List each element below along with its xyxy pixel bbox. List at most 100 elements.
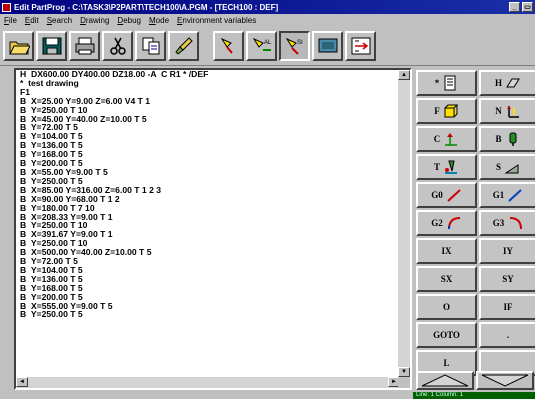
g0-button[interactable]: G0 <box>416 182 477 208</box>
horizontal-scrollbar[interactable]: ◄ ► <box>16 377 400 388</box>
c-button[interactable]: C <box>416 126 477 152</box>
s-button[interactable]: S <box>479 154 535 180</box>
title-bar: Edit PartProg - C:\TASK3\P2PART\TECH100\… <box>0 0 535 14</box>
cut-button[interactable] <box>102 31 133 61</box>
feed-line-icon <box>508 189 522 202</box>
g2-button-label: G2 <box>431 218 443 228</box>
saw-icon <box>504 164 519 174</box>
b-button-label: B <box>495 134 502 144</box>
open-folder-button[interactable] <box>3 31 34 61</box>
menu-bar: File Edit Search Drawing Debug Mode Envi… <box>0 14 535 26</box>
drill-icon <box>509 132 516 146</box>
save-button[interactable] <box>36 31 67 61</box>
header-icon <box>506 78 520 88</box>
menu-environment-variables[interactable]: Environment variables <box>173 16 260 25</box>
up-arrow-icon <box>421 374 469 387</box>
comment-button-label: * <box>434 78 440 88</box>
scissors-icon <box>109 37 126 55</box>
sy-button[interactable]: SY <box>479 266 535 292</box>
screen-button[interactable] <box>312 31 343 61</box>
document-icon <box>444 75 456 91</box>
f-button-label: F <box>434 106 440 116</box>
menu-debug[interactable]: Debug <box>113 16 145 25</box>
axes-icon <box>506 106 519 118</box>
menu-edit[interactable]: Edit <box>21 16 43 25</box>
header-button[interactable]: H <box>479 70 535 96</box>
goto-button[interactable]: GOTO <box>416 322 477 348</box>
toolbar: AL SI <box>0 26 535 66</box>
rule-insert-button[interactable] <box>345 31 376 61</box>
comment-button[interactable]: * <box>416 70 477 96</box>
ix-button[interactable]: IX <box>416 238 477 264</box>
command-panel: * H F N C B T S G0 G1 G2 G3 IX IY SX SY … <box>413 68 535 376</box>
c-button-label: C <box>433 134 441 144</box>
status-bar: Line: 1 Column: 1 <box>0 392 535 399</box>
f-button[interactable]: F <box>416 98 477 124</box>
scroll-corner: ▼ <box>398 367 410 388</box>
sx-button[interactable]: SX <box>416 266 477 292</box>
menu-mode[interactable]: Mode <box>145 16 173 25</box>
g1-button[interactable]: G1 <box>479 182 535 208</box>
rule-insert-icon <box>351 37 370 55</box>
save-icon <box>42 37 61 55</box>
program-lines[interactable]: H DX600.00 DY400.00 DZ18.00 -A C R1 * /D… <box>20 70 400 378</box>
iy-button[interactable]: IY <box>479 238 535 264</box>
axis-arrow-icon <box>445 133 458 146</box>
t-button-label: T <box>433 162 440 172</box>
brush-icon <box>174 37 193 55</box>
page-up-button[interactable] <box>416 371 474 390</box>
cube-icon <box>444 104 458 118</box>
highlight-all-button[interactable]: AL <box>246 31 277 61</box>
dot-button[interactable]: . <box>479 322 535 348</box>
copy-button[interactable] <box>135 31 166 61</box>
program-line[interactable]: B Y=250.00 T 5 <box>20 310 400 319</box>
minimize-button[interactable]: _ <box>509 2 520 12</box>
highlight-button[interactable] <box>213 31 244 61</box>
g0-button-label: G0 <box>431 190 443 200</box>
vertical-scrollbar[interactable]: ▲ <box>398 70 410 378</box>
g1-button-label: G1 <box>492 190 505 200</box>
app-icon <box>2 2 11 12</box>
monitor-icon <box>318 38 337 53</box>
n-button-label: N <box>495 106 502 116</box>
nav-row <box>413 371 535 391</box>
svg-text:SI: SI <box>297 40 303 46</box>
o-button[interactable]: O <box>416 294 477 320</box>
down-arrow-icon <box>481 374 529 387</box>
print-button[interactable] <box>69 31 100 61</box>
g3-button[interactable]: G3 <box>479 210 535 236</box>
menu-file[interactable]: File <box>0 16 21 25</box>
rapid-line-icon <box>447 189 461 202</box>
g2-button[interactable]: G2 <box>416 210 477 236</box>
program-line[interactable]: * test drawing <box>20 79 400 88</box>
scroll-left-button[interactable]: ◄ <box>16 377 28 387</box>
t-button[interactable]: T <box>416 154 477 180</box>
header-button-label: H <box>494 78 502 88</box>
scroll-down-button[interactable]: ▼ <box>398 367 410 377</box>
tool-icon <box>445 160 457 174</box>
s-button-label: S <box>495 162 501 172</box>
svg-text:AL: AL <box>264 40 272 46</box>
cursor-position: Line: 1 Column: 1 <box>413 392 535 399</box>
highlighter-select-icon: SI <box>285 37 303 55</box>
page-down-button[interactable] <box>476 371 534 390</box>
b-button[interactable]: B <box>479 126 535 152</box>
highlight-select-button[interactable]: SI <box>279 31 310 61</box>
highlighter-all-icon: AL <box>252 37 272 51</box>
arc-ccw-icon <box>510 217 523 230</box>
window-title: Edit PartProg - C:\TASK3\P2PART\TECH100\… <box>14 2 279 12</box>
menu-drawing[interactable]: Drawing <box>76 16 113 25</box>
arc-cw-icon <box>447 217 460 230</box>
highlighter-icon <box>220 37 233 54</box>
scroll-up-button[interactable]: ▲ <box>398 70 410 80</box>
print-icon <box>75 37 94 55</box>
code-editor[interactable]: H DX600.00 DY400.00 DZ18.00 -A C R1 * /D… <box>14 68 412 390</box>
maximize-button[interactable]: ▭ <box>522 2 533 12</box>
open-folder-icon <box>8 41 30 55</box>
menu-search[interactable]: Search <box>43 16 76 25</box>
copy-icon <box>142 37 159 55</box>
if-button[interactable]: IF <box>479 294 535 320</box>
g3-button-label: G3 <box>492 218 505 228</box>
paste-button[interactable] <box>168 31 199 61</box>
n-button[interactable]: N <box>479 98 535 124</box>
